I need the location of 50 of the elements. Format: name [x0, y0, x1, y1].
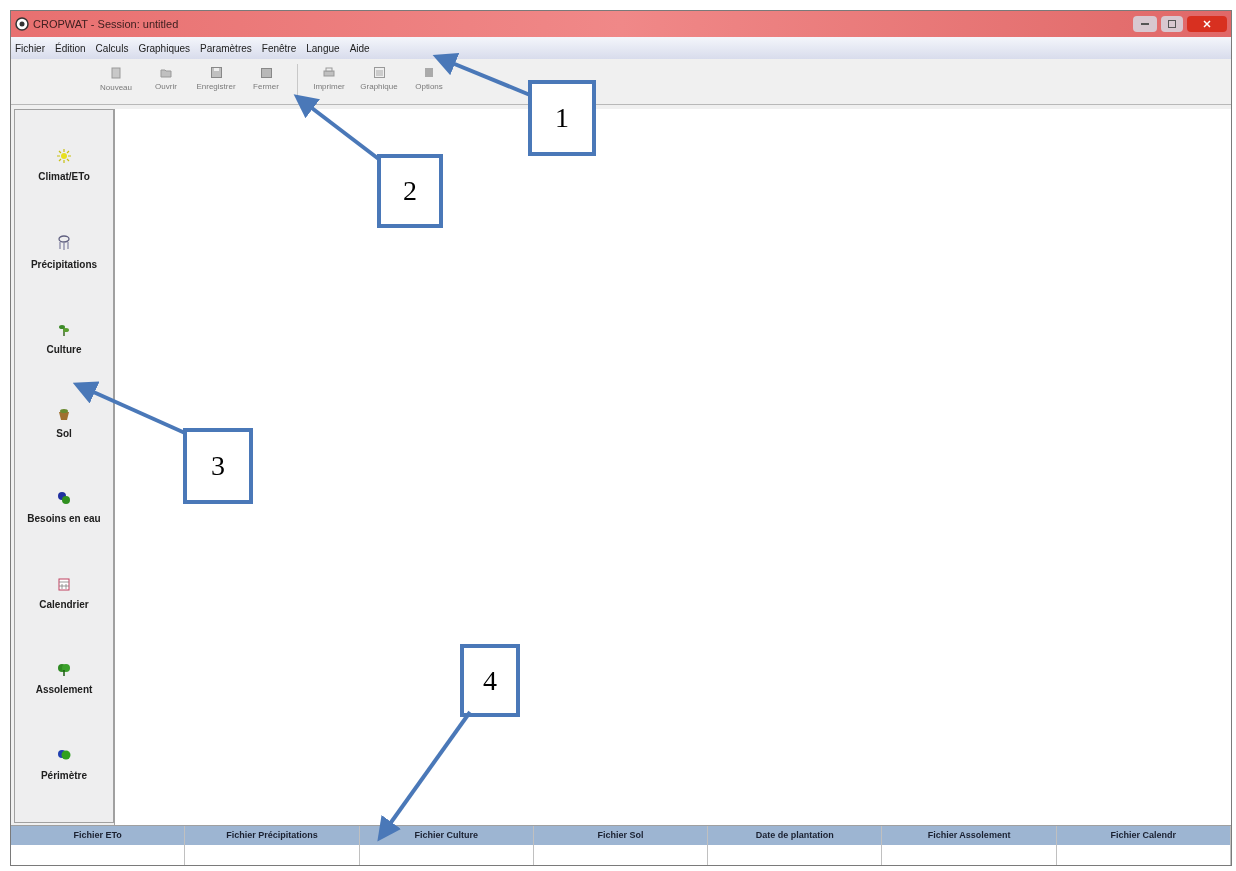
soil-pot-icon	[58, 407, 70, 420]
folder-icon	[160, 67, 172, 78]
menu-item[interactable]: Graphiques	[138, 40, 191, 56]
menu-item[interactable]: Édition	[55, 40, 86, 56]
plant-icon	[58, 322, 70, 337]
minimize-button[interactable]	[1133, 16, 1157, 32]
menu-item[interactable]: Fenêtre	[261, 40, 297, 56]
column-header: Fichier Sol	[533, 826, 708, 845]
chart-icon	[373, 67, 385, 78]
field-icon	[57, 747, 71, 762]
sidebar-item[interactable]: Calendrier	[15, 576, 113, 612]
column-header: Fichier Assolement	[882, 826, 1056, 845]
close-file-icon	[260, 67, 272, 78]
sidebar-item[interactable]: Culture	[15, 322, 113, 358]
close-button[interactable]	[1187, 16, 1227, 32]
minimize-icon	[1141, 22, 1149, 26]
plants-icon	[57, 662, 71, 677]
sidebar-item[interactable]: Climat/ETo	[15, 149, 113, 185]
close-icon	[1203, 20, 1211, 28]
menu-item[interactable]: Paramètres	[200, 40, 252, 56]
menu-item[interactable]: Calculs	[95, 40, 129, 56]
sidebar-item[interactable]: Périmètre	[15, 747, 113, 783]
app-logo-icon	[15, 17, 29, 31]
column-header: Fichier Précipitations	[185, 826, 359, 845]
sidebar-item[interactable]: Précipitations	[15, 234, 113, 272]
options-icon	[424, 67, 434, 78]
menu-item[interactable]: Aide	[349, 40, 370, 56]
column-header: Fichier Calendr	[1056, 826, 1230, 845]
save-icon	[210, 67, 222, 78]
sun-icon	[57, 149, 71, 164]
sidebar-item[interactable]: Besoins en eau	[15, 491, 113, 527]
maximize-icon	[1168, 20, 1176, 28]
column-header: Fichier ETo	[11, 826, 185, 845]
callout-label: 1	[528, 80, 596, 156]
callout-label: 3	[183, 428, 253, 504]
callout-label: 2	[377, 154, 443, 228]
document-icon	[111, 66, 121, 79]
column-header: Fichier Culture	[359, 826, 533, 845]
callout-label: 4	[460, 644, 520, 717]
rain-gauge-icon	[58, 234, 70, 251]
water-plant-icon	[57, 491, 71, 506]
calendar-icon	[58, 576, 70, 591]
printer-icon	[323, 67, 335, 78]
maximize-button[interactable]	[1161, 16, 1183, 32]
menu-item[interactable]: Langue	[306, 40, 340, 56]
column-header: Date de plantation	[708, 826, 882, 845]
menu-item[interactable]: Fichier	[15, 40, 45, 56]
sidebar-item[interactable]: Sol	[15, 407, 113, 441]
window-title: CROPWAT - Session: untitled	[33, 16, 179, 32]
sidebar-item[interactable]: Assolement	[15, 662, 113, 698]
